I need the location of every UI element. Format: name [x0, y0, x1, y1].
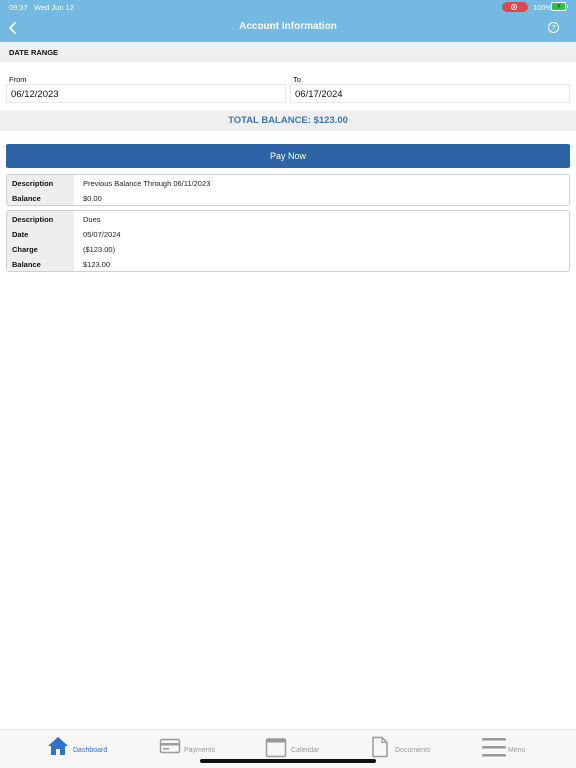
tab-label: Calendar — [291, 747, 320, 754]
to-label: To — [293, 75, 301, 84]
status-time: 09:37 — [9, 3, 28, 12]
to-date-field[interactable]: 06/17/2024 — [290, 84, 570, 103]
row-key: Description — [7, 211, 74, 226]
status-bar: 09:37 Wed Jun 12 100% ⚡ — [0, 0, 576, 14]
tab-payments[interactable]: Payments — [159, 736, 224, 760]
transaction-card: Description Previous Balance Through 06/… — [6, 174, 570, 206]
date-range-heading: DATE RANGE — [9, 48, 59, 57]
record-row: Date 05/07/2024 — [7, 226, 569, 241]
row-value: 05/07/2024 — [83, 230, 121, 239]
row-value: $123.00 — [83, 260, 111, 269]
tab-documents[interactable]: Documents — [371, 736, 443, 760]
tab-label: Menu — [508, 747, 526, 754]
status-date: Wed Jun 12 — [34, 3, 74, 12]
tab-calendar[interactable]: Calendar — [265, 736, 330, 760]
tab-dashboard[interactable]: Dashboard — [47, 736, 117, 760]
record-row: Balance $123.00 — [7, 256, 569, 271]
page-title: Account Information — [239, 21, 337, 32]
tab-label: Payments — [184, 747, 216, 754]
tab-label: Documents — [395, 747, 431, 754]
total-balance: TOTAL BALANCE: $123.00 — [228, 115, 348, 126]
row-key: Charge — [7, 241, 74, 256]
tab-label: Dashboard — [73, 747, 108, 754]
date-range-header: DATE RANGE — [0, 42, 576, 62]
record-row: Description Dues — [7, 211, 569, 226]
from-label: From — [9, 75, 27, 84]
charging-icon: ⚡ — [556, 2, 562, 11]
record-row: Balance $0.00 — [7, 190, 569, 205]
row-value: $0.00 — [83, 194, 102, 203]
account-information-screen: 09:37 Wed Jun 12 100% ⚡ Account Informat… — [0, 0, 576, 768]
tab-menu[interactable]: Menu — [482, 736, 537, 760]
calendar-icon — [265, 738, 287, 758]
row-value: ($123.00) — [83, 245, 116, 254]
row-key: Balance — [7, 190, 74, 205]
row-value: Dues — [83, 215, 101, 224]
help-icon[interactable]: ? — [548, 22, 559, 33]
screen-recording-indicator — [502, 2, 528, 12]
home-indicator[interactable] — [200, 759, 376, 763]
battery-percentage: 100% — [533, 3, 553, 12]
row-key: Balance — [7, 256, 74, 271]
record-icon — [511, 4, 517, 10]
battery-icon: ⚡ — [551, 2, 568, 11]
from-date-field[interactable]: 06/12/2023 — [6, 84, 286, 103]
pay-now-button[interactable]: Pay Now — [6, 144, 570, 168]
row-key: Description — [7, 175, 74, 190]
document-icon — [372, 736, 388, 758]
row-value: Previous Balance Through 06/11/2023 — [83, 179, 211, 188]
record-row: Description Previous Balance Through 06/… — [7, 175, 569, 190]
header: 09:37 Wed Jun 12 100% ⚡ Account Informat… — [0, 0, 576, 42]
credit-card-icon — [159, 738, 181, 754]
menu-icon — [482, 738, 506, 757]
row-key: Date — [7, 226, 74, 241]
record-row: Charge ($123.00) — [7, 241, 569, 256]
home-icon — [48, 737, 68, 755]
total-balance-bar: TOTAL BALANCE: $123.00 — [0, 110, 576, 131]
transaction-card: Description Dues Date 05/07/2024 Charge … — [6, 210, 570, 272]
